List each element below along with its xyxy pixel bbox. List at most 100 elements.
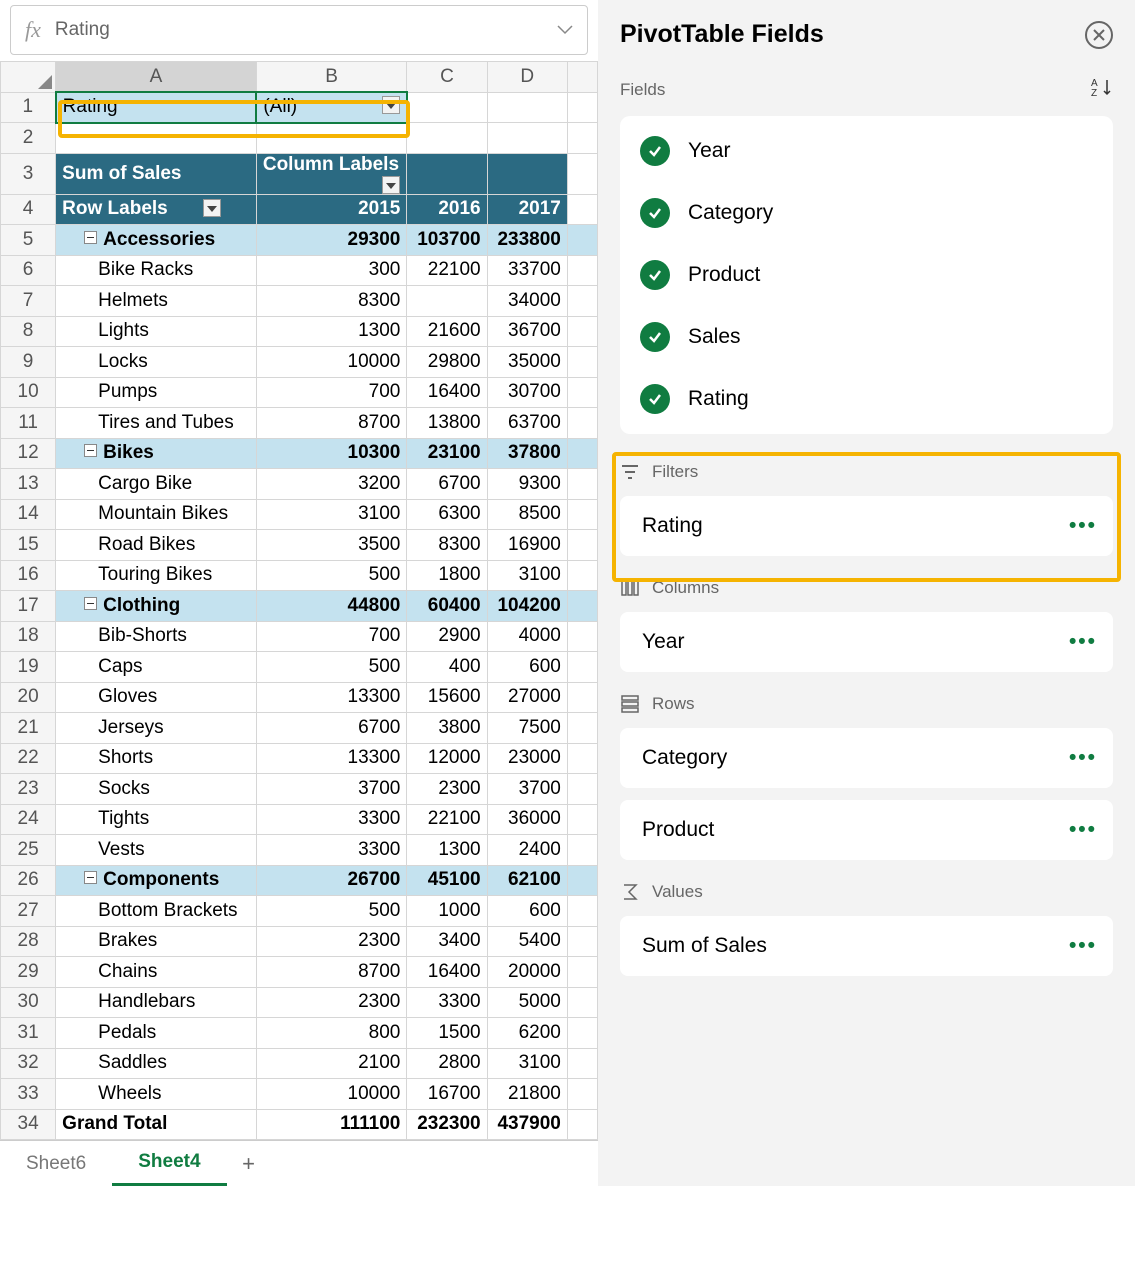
row-header[interactable]: 19 — [1, 652, 56, 683]
data-cell[interactable]: 34000 — [487, 286, 567, 317]
data-cell[interactable]: 5400 — [487, 926, 567, 957]
data-cell[interactable]: 600 — [487, 652, 567, 683]
ellipsis-icon[interactable]: ••• — [1069, 630, 1097, 654]
area-chip[interactable]: Sum of Sales••• — [620, 916, 1113, 976]
data-cell[interactable]: 16400 — [407, 377, 487, 408]
field-item[interactable]: Product — [620, 244, 1113, 306]
product-cell[interactable]: Touring Bikes — [56, 560, 257, 591]
data-cell[interactable]: 3700 — [256, 774, 407, 805]
pivot-col-label[interactable]: Column Labels — [256, 153, 407, 194]
data-cell[interactable]: 3200 — [256, 469, 407, 500]
row-header[interactable]: 33 — [1, 1079, 56, 1110]
product-cell[interactable]: Gloves — [56, 682, 257, 713]
product-cell[interactable]: Saddles — [56, 1048, 257, 1079]
product-cell[interactable]: Pumps — [56, 377, 257, 408]
data-cell[interactable]: 600 — [487, 896, 567, 927]
product-cell[interactable]: Lights — [56, 316, 257, 347]
data-cell[interactable]: 10000 — [256, 347, 407, 378]
data-cell[interactable]: 7500 — [487, 713, 567, 744]
product-cell[interactable]: Caps — [56, 652, 257, 683]
data-cell[interactable]: 27000 — [487, 682, 567, 713]
data-cell[interactable]: 1800 — [407, 560, 487, 591]
data-cell[interactable]: 22100 — [407, 255, 487, 286]
col-dropdown-icon[interactable] — [382, 176, 400, 194]
data-cell[interactable]: 3800 — [407, 713, 487, 744]
formula-bar[interactable]: fx Rating — [10, 5, 588, 55]
data-cell[interactable]: 9300 — [487, 469, 567, 500]
data-cell[interactable]: 36000 — [487, 804, 567, 835]
data-cell[interactable]: 8500 — [487, 499, 567, 530]
area-chip[interactable]: Product••• — [620, 800, 1113, 860]
data-cell[interactable]: 29800 — [407, 347, 487, 378]
row-header[interactable]: 9 — [1, 347, 56, 378]
row-header[interactable]: 23 — [1, 774, 56, 805]
data-cell[interactable]: 700 — [256, 621, 407, 652]
data-cell[interactable]: 3100 — [487, 560, 567, 591]
data-cell[interactable]: 15600 — [407, 682, 487, 713]
data-cell[interactable]: 8300 — [256, 286, 407, 317]
data-cell[interactable]: 3100 — [256, 499, 407, 530]
data-cell[interactable]: 30700 — [487, 377, 567, 408]
product-cell[interactable]: Chains — [56, 957, 257, 988]
row-header[interactable]: 18 — [1, 621, 56, 652]
formula-input[interactable]: Rating — [55, 19, 543, 41]
col-header-a[interactable]: A — [56, 62, 257, 93]
data-cell[interactable]: 3500 — [256, 530, 407, 561]
row-header[interactable]: 14 — [1, 499, 56, 530]
product-cell[interactable]: Bottom Brackets — [56, 896, 257, 927]
row-header[interactable]: 13 — [1, 469, 56, 500]
category-cell[interactable]: Components — [56, 865, 257, 896]
data-cell[interactable]: 1000 — [407, 896, 487, 927]
row-header[interactable]: 8 — [1, 316, 56, 347]
data-cell[interactable]: 13800 — [407, 408, 487, 439]
data-cell[interactable]: 3300 — [256, 835, 407, 866]
product-cell[interactable]: Bib-Shorts — [56, 621, 257, 652]
data-cell[interactable]: 16400 — [407, 957, 487, 988]
row-header[interactable]: 26 — [1, 865, 56, 896]
row-header[interactable]: 27 — [1, 896, 56, 927]
row-header[interactable]: 34 — [1, 1109, 56, 1140]
data-cell[interactable]: 700 — [256, 377, 407, 408]
product-cell[interactable]: Helmets — [56, 286, 257, 317]
collapse-icon[interactable] — [84, 871, 97, 884]
grand-total-val[interactable]: 232300 — [407, 1109, 487, 1140]
row-header[interactable]: 4 — [1, 194, 56, 225]
data-cell[interactable]: 13300 — [256, 743, 407, 774]
row-header[interactable]: 5 — [1, 225, 56, 256]
data-cell[interactable]: 33700 — [487, 255, 567, 286]
data-cell[interactable]: 2100 — [256, 1048, 407, 1079]
data-cell[interactable]: 3700 — [487, 774, 567, 805]
grand-total-label[interactable]: Grand Total — [56, 1109, 257, 1140]
data-cell[interactable]: 2800 — [407, 1048, 487, 1079]
data-cell[interactable]: 233800 — [487, 225, 567, 256]
row-header[interactable]: 28 — [1, 926, 56, 957]
product-cell[interactable]: Jerseys — [56, 713, 257, 744]
data-cell[interactable]: 23000 — [487, 743, 567, 774]
product-cell[interactable]: Wheels — [56, 1079, 257, 1110]
data-cell[interactable]: 3400 — [407, 926, 487, 957]
area-chip[interactable]: Rating••• — [620, 496, 1113, 556]
data-cell[interactable]: 2300 — [407, 774, 487, 805]
row-header[interactable]: 29 — [1, 957, 56, 988]
field-item[interactable]: Rating — [620, 368, 1113, 430]
filter-dropdown-icon[interactable] — [382, 96, 400, 114]
pivot-filter-label-cell[interactable]: Rating — [56, 92, 257, 123]
data-cell[interactable]: 16900 — [487, 530, 567, 561]
category-cell[interactable]: Bikes — [56, 438, 257, 469]
row-header[interactable]: 31 — [1, 1018, 56, 1049]
product-cell[interactable]: Handlebars — [56, 987, 257, 1018]
sheet-tab-sheet6[interactable]: Sheet6 — [0, 1141, 112, 1186]
data-cell[interactable]: 2300 — [256, 926, 407, 957]
product-cell[interactable]: Vests — [56, 835, 257, 866]
product-cell[interactable]: Socks — [56, 774, 257, 805]
data-cell[interactable]: 300 — [256, 255, 407, 286]
product-cell[interactable]: Brakes — [56, 926, 257, 957]
category-cell[interactable]: Clothing — [56, 591, 257, 622]
data-cell[interactable]: 60400 — [407, 591, 487, 622]
field-item[interactable]: Sales — [620, 306, 1113, 368]
data-cell[interactable] — [407, 286, 487, 317]
data-cell[interactable]: 800 — [256, 1018, 407, 1049]
spreadsheet-grid[interactable]: A B C D 1 Rating (All) 2 3 Sum of Sales … — [0, 61, 598, 1140]
data-cell[interactable]: 103700 — [407, 225, 487, 256]
data-cell[interactable]: 62100 — [487, 865, 567, 896]
